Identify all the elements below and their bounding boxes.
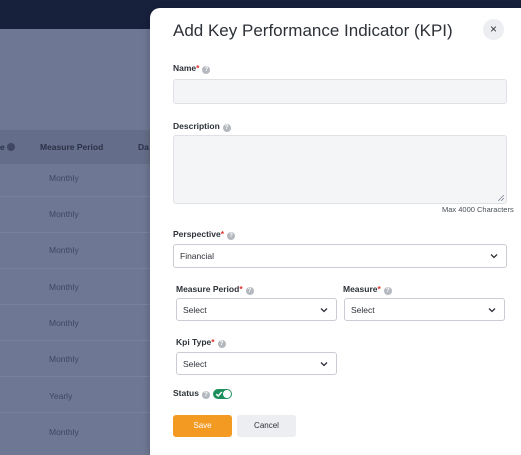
description-label: Description? (173, 121, 231, 132)
save-button[interactable]: Save (173, 415, 232, 437)
table-cell-measure-period: Monthly (49, 245, 79, 255)
kpi-type-value: Select (183, 358, 207, 369)
add-kpi-panel: Add Key Performance Indicator (KPI) × Na… (150, 8, 521, 455)
name-label: Name*? (173, 63, 211, 74)
check-icon (215, 391, 223, 397)
table-row-divider (0, 412, 160, 413)
measure-label: Measure*? (343, 284, 392, 295)
kpi-type-label: Kpi Type*? (176, 337, 226, 348)
perspective-select[interactable]: Financial (173, 244, 507, 268)
table-cell-measure-period: Monthly (49, 282, 79, 292)
table-cell-measure-period: Monthly (49, 318, 79, 328)
table-row-divider (0, 376, 160, 377)
required-marker: * (196, 63, 200, 73)
toggle-knob (223, 390, 231, 398)
panel-title: Add Key Performance Indicator (KPI) (173, 21, 453, 40)
close-button[interactable]: × (483, 19, 504, 40)
help-icon (6, 143, 15, 151)
measure-select[interactable]: Select (344, 298, 505, 321)
table-cell-measure-period: Monthly (49, 209, 79, 219)
help-icon[interactable]: ? (201, 391, 210, 399)
table-row-divider (0, 196, 160, 197)
table-cell-measure-period: Yearly (49, 391, 73, 401)
chevron-down-icon (490, 254, 498, 259)
perspective-value: Financial (180, 251, 215, 261)
measure-value: Select (351, 304, 375, 315)
table-row-divider (0, 304, 160, 305)
close-icon: × (489, 22, 497, 36)
required-marker: * (239, 284, 243, 294)
chevron-down-icon (488, 307, 496, 312)
table-header-partial: e (0, 142, 15, 152)
table-row-divider (0, 232, 160, 233)
help-icon[interactable]: ? (383, 287, 392, 295)
description-textarea[interactable] (173, 135, 507, 204)
status-label: Status? (173, 388, 210, 399)
table-header-measure-period: Measure Period (40, 142, 104, 152)
kpi-type-select[interactable]: Select (176, 352, 337, 375)
measure-period-value: Select (183, 304, 207, 315)
name-input[interactable] (173, 79, 507, 104)
table-row-divider (0, 268, 160, 269)
required-marker: * (377, 284, 381, 294)
cancel-button[interactable]: Cancel (237, 415, 296, 437)
table-header-day: Da (138, 142, 149, 152)
help-icon[interactable]: ? (202, 66, 211, 74)
resize-handle-icon[interactable] (498, 195, 504, 201)
help-icon[interactable]: ? (245, 287, 254, 295)
chevron-down-icon (320, 307, 328, 312)
table-cell-measure-period: Monthly (49, 173, 79, 183)
status-toggle[interactable] (213, 389, 232, 399)
help-icon[interactable]: ? (227, 232, 236, 240)
chevron-down-icon (320, 361, 328, 366)
help-icon[interactable]: ? (217, 340, 226, 348)
required-marker: * (220, 229, 225, 239)
table-row-divider (0, 340, 160, 341)
description-char-limit: Max 4000 Characters (442, 205, 514, 214)
measure-period-label: Measure Period*? (176, 284, 254, 295)
required-marker: * (211, 337, 215, 347)
table-cell-measure-period: Monthly (49, 354, 79, 364)
perspective-label: Perspective*? (173, 229, 236, 240)
table-cell-measure-period: Monthly (49, 427, 79, 437)
measure-period-select[interactable]: Select (176, 298, 337, 321)
help-icon[interactable]: ? (222, 124, 231, 132)
